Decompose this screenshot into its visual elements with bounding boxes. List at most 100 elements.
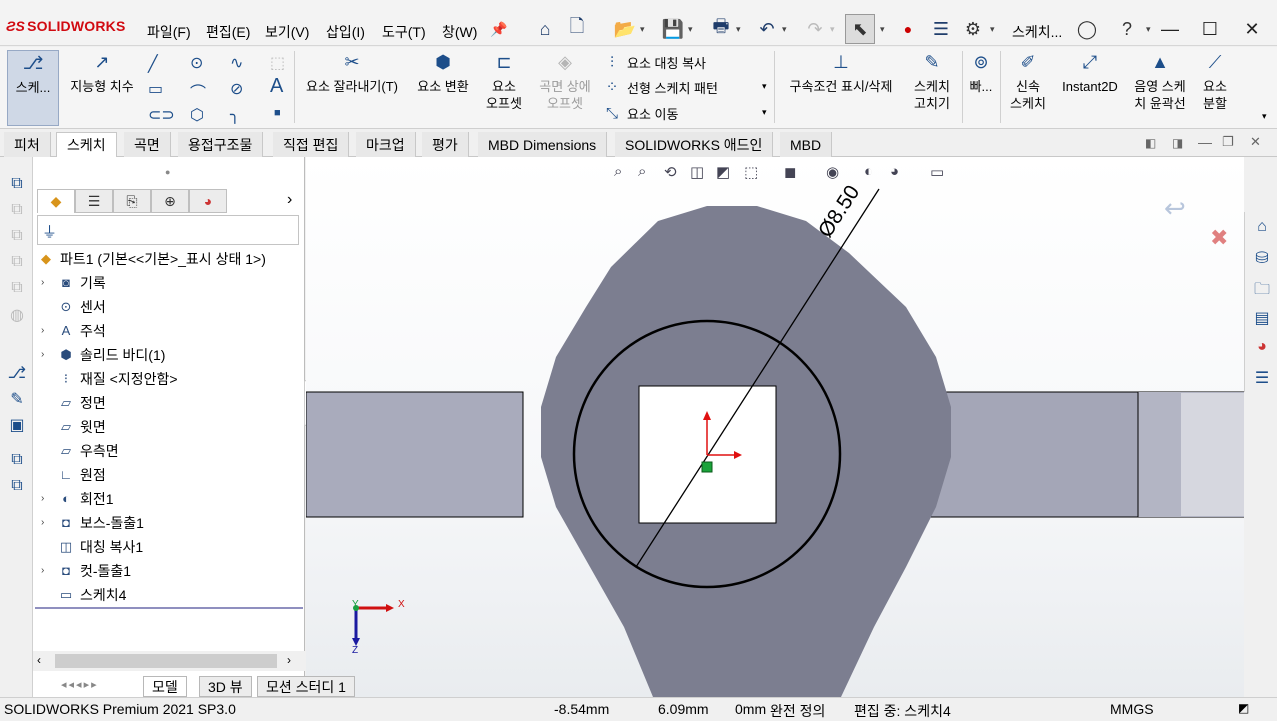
open-icon[interactable]: 📂: [610, 14, 640, 44]
expand-arrow-icon[interactable]: ›: [41, 565, 44, 576]
tree-item-right-plane[interactable]: ▱ 우측면: [57, 439, 119, 463]
menu-view[interactable]: 보기(V): [265, 22, 309, 42]
spline-icon[interactable]: ∿: [230, 53, 243, 73]
tab-scroll-arrows-icon[interactable]: ◂◂◂▸▸: [61, 678, 99, 691]
tree-root-part[interactable]: ◆ 파트1 (기본<<기본>_표시 상태 1>): [37, 247, 266, 271]
select-cursor-icon[interactable]: ⬉: [845, 14, 875, 44]
tab-features[interactable]: 피처: [4, 132, 51, 157]
exit-sketch-corner-icon[interactable]: ↩: [1164, 194, 1186, 224]
print-icon[interactable]: 🖶: [706, 14, 736, 44]
tab-mbd[interactable]: MBD: [780, 132, 833, 157]
tree-item-history[interactable]: ◙ 기록: [57, 271, 106, 295]
shaded-sketch-contours-button[interactable]: ▲ 음영 스케 치 윤곽선: [1126, 53, 1194, 112]
mirror-entities-button[interactable]: ⫶ 요소 대칭 복사: [603, 51, 706, 73]
menu-tools[interactable]: 도구(T): [382, 22, 426, 42]
tree-filter-field[interactable]: ⏚: [37, 215, 299, 245]
design-library-icon[interactable]: ⛁: [1251, 248, 1273, 270]
view-palette-icon[interactable]: ▤: [1251, 308, 1273, 330]
new-document-icon[interactable]: 🗋: [562, 14, 592, 44]
repair-sketch-button[interactable]: ✎ 스케치 고치기: [906, 53, 958, 112]
origin-point[interactable]: [701, 461, 713, 473]
panel-right-icon[interactable]: ◨: [1172, 136, 1183, 150]
resources-home-icon[interactable]: ⌂: [1251, 218, 1273, 240]
doc-restore-icon[interactable]: ❐: [1222, 134, 1234, 150]
menu-file[interactable]: 파일(F): [147, 22, 191, 42]
tab-solidworks-addins[interactable]: SOLIDWORKS 애드인: [615, 132, 774, 157]
options-gear-icon[interactable]: ⚙: [958, 14, 988, 44]
trim-entities-button[interactable]: ✂ 요소 잘라내기(T): [298, 53, 406, 95]
paste-icon[interactable]: ⧉: [6, 477, 28, 499]
tree-item-revolve1[interactable]: ◐ 회전1: [57, 487, 113, 511]
rectangle-icon[interactable]: ▭: [148, 79, 163, 99]
panel-left-icon[interactable]: ◧: [1145, 136, 1156, 150]
feature-manager-tab[interactable]: ◆: [37, 189, 75, 213]
status-expand-icon[interactable]: ◩: [1238, 701, 1249, 715]
diameter-dimension[interactable]: Ø8.50: [814, 181, 864, 242]
appearances-icon[interactable]: ◕: [1251, 338, 1273, 360]
rebuild-traffic-light-icon[interactable]: ●: [893, 14, 923, 44]
tree-item-annotations[interactable]: A 주석: [57, 319, 106, 343]
left-arm-face[interactable]: [306, 391, 524, 518]
user-account-icon[interactable]: ◯: [1072, 14, 1102, 44]
custom-properties-icon[interactable]: ☰: [1251, 368, 1273, 390]
home-icon[interactable]: ⌂: [530, 14, 560, 44]
doc-minimize-icon[interactable]: —: [1198, 134, 1212, 150]
unit-system[interactable]: MMGS: [1110, 701, 1154, 717]
tab-weldments[interactable]: 용접구조물: [178, 132, 264, 157]
line-icon[interactable]: ╱: [148, 54, 158, 74]
tree-item-mirror1[interactable]: ◫ 대칭 복사1: [57, 535, 143, 559]
solidworks-logo[interactable]: ƧS SOLIDWORKS: [6, 18, 126, 34]
cancel-sketch-corner-icon[interactable]: ✖: [1210, 226, 1228, 251]
expand-arrow-icon[interactable]: ›: [41, 517, 44, 528]
convert-entities-button[interactable]: ⬢ 요소 변환: [410, 53, 476, 95]
display-icon[interactable]: ▣: [6, 415, 28, 437]
split-entities-button[interactable]: ⟋ 요소 분할: [1196, 53, 1234, 112]
tab-mbd-dimensions[interactable]: MBD Dimensions: [478, 132, 608, 157]
tab-model[interactable]: 모델: [143, 676, 187, 697]
linear-pattern-button[interactable]: ⁘ 선형 스케치 패턴: [603, 76, 718, 98]
dimxpert-tab[interactable]: ⊕: [151, 189, 189, 213]
horizontal-scrollbar[interactable]: ‹ ›: [33, 651, 305, 671]
circle-icon[interactable]: ⊙: [190, 53, 203, 73]
configuration-manager-tab[interactable]: ⎘: [113, 189, 151, 213]
exit-sketch-icon[interactable]: ⎇: [6, 363, 28, 385]
display-delete-relations-button[interactable]: ⊥ 구속조건 표시/삭제: [778, 53, 904, 95]
scroll-left-icon[interactable]: ‹: [37, 653, 41, 667]
tree-item-cut-extrude1[interactable]: ◘ 컷-돌출1: [57, 559, 131, 583]
tree-item-top-plane[interactable]: ▱ 윗면: [57, 415, 106, 439]
tab-surfaces[interactable]: 곡면: [124, 132, 171, 157]
expand-arrow-icon[interactable]: ›: [41, 325, 44, 336]
expand-arrow-icon[interactable]: ›: [41, 493, 44, 504]
minimize-icon[interactable]: —: [1150, 14, 1190, 44]
doc-close-icon[interactable]: ✕: [1250, 134, 1261, 150]
tree-item-origin[interactable]: ∟ 원점: [57, 463, 106, 487]
polygon-icon[interactable]: ⬡: [190, 105, 204, 125]
graphics-area[interactable]: ⌕ ⌕ ⟲ ◫ ◩ ⬚ ◼ ◉ ◐ ◕ ▭ Ø8.50 X Z Y ↩ ✖: [306, 157, 1244, 697]
expand-arrow-icon[interactable]: ›: [41, 277, 44, 288]
arc-icon[interactable]: ⌒: [190, 79, 206, 103]
scroll-right-icon[interactable]: ›: [287, 653, 291, 667]
new-part-icon[interactable]: ⧉: [6, 175, 28, 197]
redo-icon[interactable]: ↷: [800, 14, 830, 44]
slot-icon[interactable]: ⊂⊃: [148, 105, 175, 125]
rapid-sketch-button[interactable]: ✐ 신속 스케치: [1004, 53, 1052, 112]
menu-edit[interactable]: 편집(E): [206, 22, 250, 42]
tree-item-material[interactable]: ⁝ 재질 <지정안함>: [57, 367, 178, 391]
tab-markup[interactable]: 마크업: [356, 132, 416, 157]
tab-direct-editing[interactable]: 직접 편집: [273, 132, 350, 157]
smart-dimension-button[interactable]: ↗ 지능형 치수: [63, 53, 141, 95]
tree-item-sensors[interactable]: ⊙ 센서: [57, 295, 106, 319]
tab-sketch[interactable]: 스케치: [56, 132, 117, 157]
maximize-icon[interactable]: ☐: [1190, 14, 1230, 44]
undo-icon[interactable]: ↶: [752, 14, 782, 44]
tab-3d-view[interactable]: 3D 뷰: [199, 676, 252, 697]
help-icon[interactable]: ?: [1112, 14, 1142, 44]
close-icon[interactable]: ✕: [1232, 14, 1272, 44]
quick-snaps-button[interactable]: ⊚ 빠...: [964, 53, 998, 95]
fillet-icon[interactable]: ╮: [230, 105, 240, 125]
point-icon[interactable]: ■: [274, 107, 281, 119]
menu-window[interactable]: 창(W): [442, 22, 477, 42]
tree-item-front-plane[interactable]: ▱ 정면: [57, 391, 106, 415]
offset-entities-button[interactable]: ⊏ 요소 오프셋: [478, 53, 530, 112]
move-entities-button[interactable]: ⤡ 요소 이동: [603, 102, 678, 124]
